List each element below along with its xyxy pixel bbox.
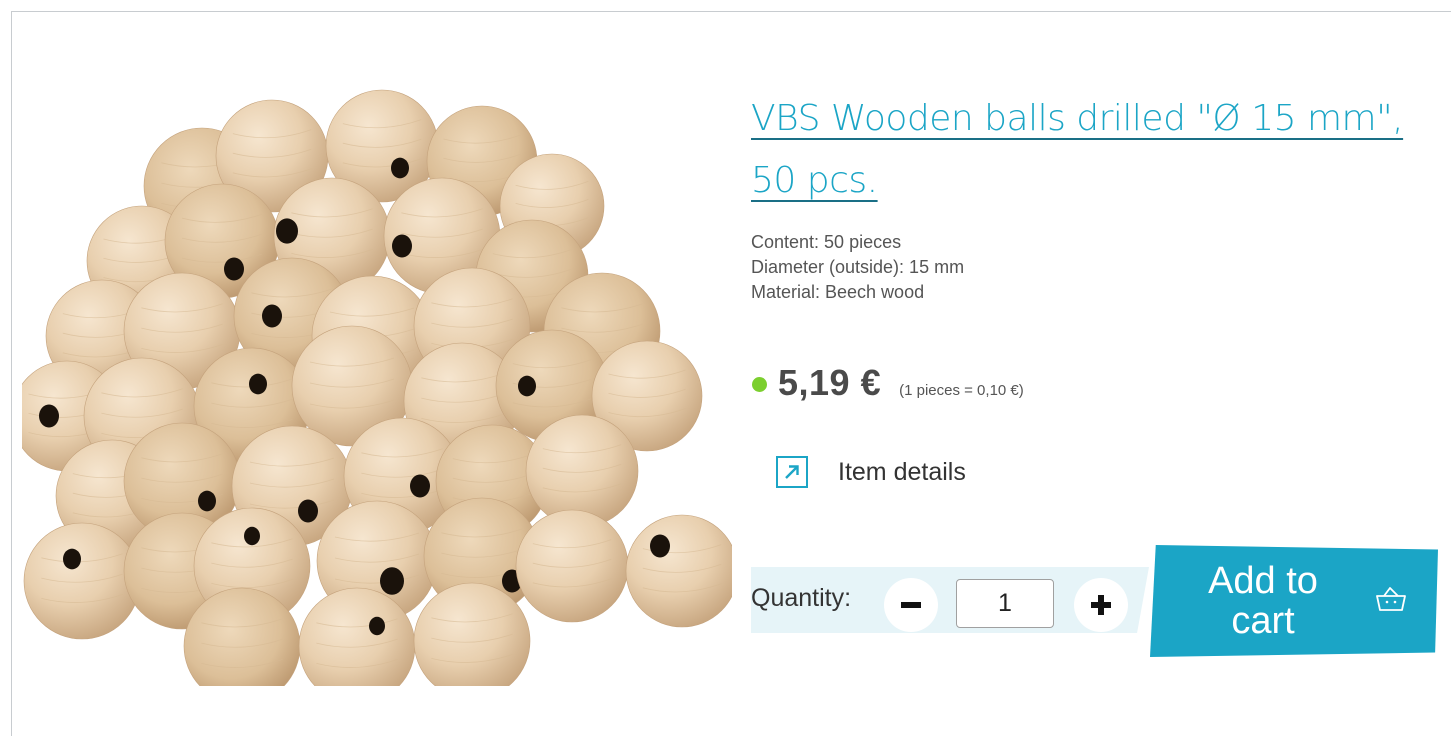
spec-material: Material: Beech wood	[751, 282, 925, 302]
quantity-input[interactable]	[956, 579, 1054, 628]
wooden-ball	[515, 509, 629, 623]
basket-icon	[1376, 587, 1406, 611]
drill-hole	[369, 616, 385, 636]
drill-hole	[249, 373, 267, 395]
external-link-arrow-icon	[776, 456, 808, 488]
price-row: 5,19 € (1 pieces = 0,10 €)	[752, 362, 1024, 404]
drill-hole	[380, 567, 404, 595]
wooden-ball	[525, 414, 639, 528]
drill-hole	[410, 474, 430, 498]
drill-hole	[224, 257, 244, 281]
plus-icon	[1091, 595, 1111, 615]
minus-icon	[901, 602, 921, 608]
drill-hole	[298, 499, 318, 523]
add-to-cart-label: Add to cart	[1208, 560, 1318, 642]
drill-hole	[392, 234, 412, 258]
drill-hole	[198, 490, 216, 512]
drill-hole	[262, 304, 282, 328]
product-title-link[interactable]: VBS Wooden balls drilled "Ø 15 mm", 50 p…	[751, 88, 1431, 212]
drill-hole	[63, 548, 81, 570]
product-specs: Content: 50 pieces Diameter (outside): 1…	[751, 230, 964, 305]
unit-price: (1 pieces = 0,10 €)	[899, 382, 1024, 399]
stock-status-dot	[752, 377, 767, 392]
increase-quantity-button[interactable]	[1074, 578, 1128, 632]
item-details-label: Item details	[838, 457, 966, 486]
drill-hole	[39, 404, 59, 428]
wooden-ball	[625, 514, 732, 628]
drill-hole	[276, 218, 298, 244]
drill-hole	[518, 375, 536, 397]
wooden-ball	[23, 522, 141, 640]
product-image[interactable]	[22, 86, 732, 686]
spec-content: Content: 50 pieces	[751, 232, 902, 252]
item-details-link[interactable]: Item details	[776, 456, 966, 488]
decrease-quantity-button[interactable]	[884, 578, 938, 632]
drill-hole	[244, 526, 260, 546]
product-price: 5,19 €	[778, 362, 882, 403]
drill-hole	[391, 157, 409, 179]
drill-hole	[650, 534, 670, 558]
quantity-label: Quantity:	[751, 584, 852, 612]
spec-diameter: Diameter (outside): 15 mm	[751, 257, 965, 277]
add-to-cart-button[interactable]: Add to cart	[1150, 545, 1438, 657]
